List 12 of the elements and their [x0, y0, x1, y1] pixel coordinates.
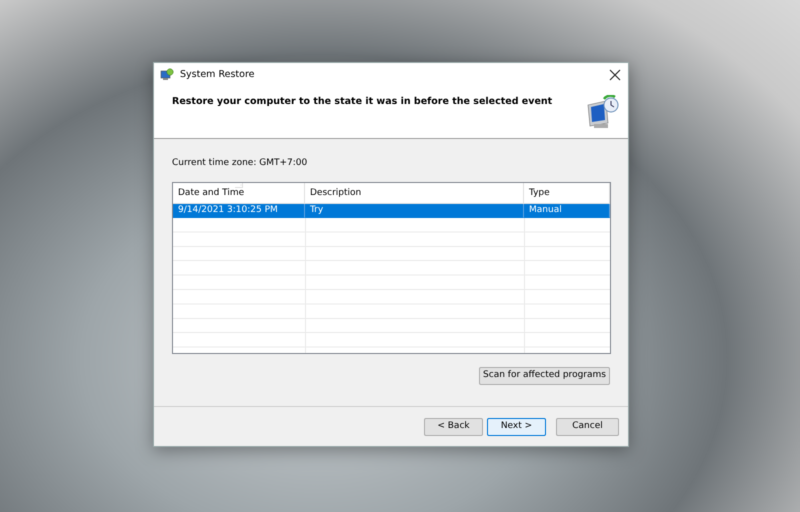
close-icon[interactable] [608, 68, 622, 82]
cancel-button[interactable]: Cancel [556, 418, 619, 436]
next-button[interactable]: Next > [487, 418, 546, 436]
table-cell: Try [305, 204, 524, 218]
table-cell: 9/14/2021 3:10:25 PM [173, 204, 305, 218]
back-button[interactable]: < Back [424, 418, 483, 436]
table-cell: Manual [524, 204, 610, 218]
system-restore-icon [160, 68, 174, 82]
scan-programs-button[interactable]: Scan for affected programs [479, 366, 610, 384]
window-title: System Restore [180, 68, 256, 82]
time-zone-label: Current time zone: GMT+7:00 [172, 157, 308, 170]
dialog-heading: Restore your computer to the state it was in before the selected event [172, 95, 554, 109]
